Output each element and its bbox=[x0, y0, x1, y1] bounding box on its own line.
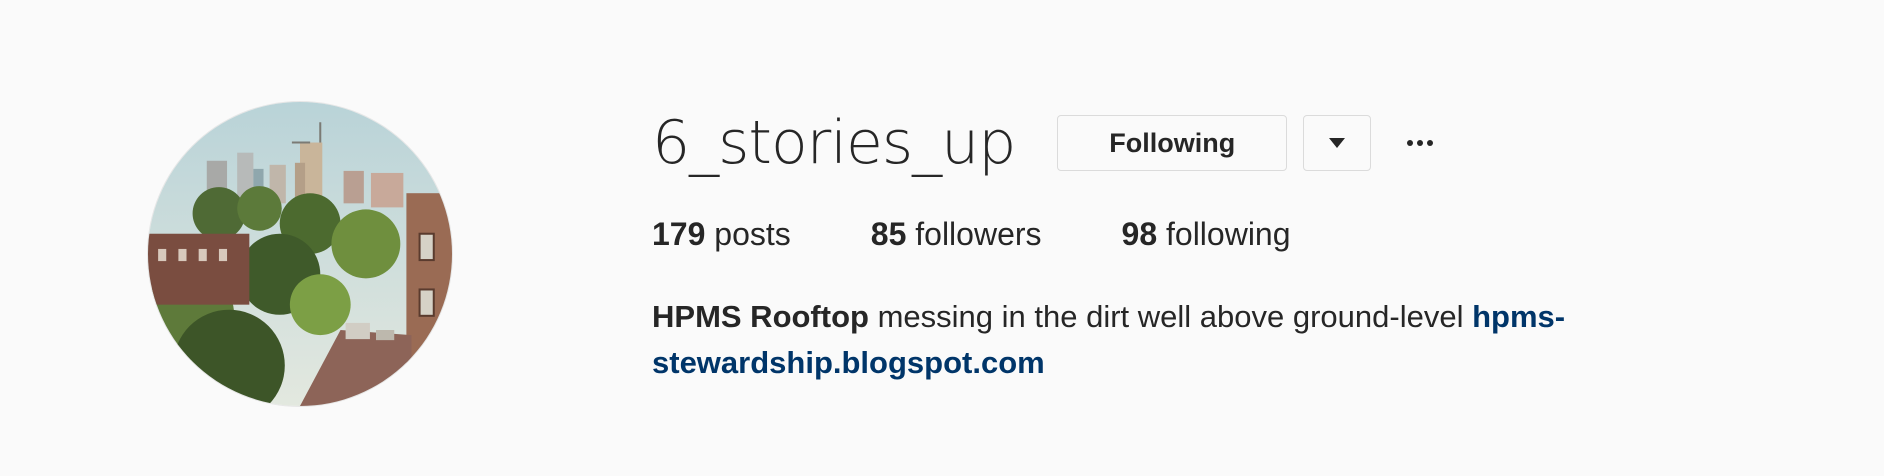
profile-info: 6_stories_up Following 179 posts 85 foll… bbox=[652, 108, 1712, 386]
following-label: following bbox=[1166, 216, 1291, 252]
bio-link-line2: stewardship.blogspot.com bbox=[652, 345, 1045, 380]
followers-count: 85 bbox=[870, 216, 907, 252]
profile-stats: 179 posts 85 followers 98 following bbox=[652, 214, 1712, 254]
dot bbox=[1417, 140, 1424, 146]
posts-label: posts bbox=[714, 216, 791, 252]
followers-stat[interactable]: 85 followers bbox=[871, 214, 1042, 254]
profile-bio: HPMS Rooftop messing in the dirt well ab… bbox=[652, 294, 1652, 386]
bio-text: messing in the dirt well above ground-le… bbox=[877, 299, 1464, 334]
followers-label: followers bbox=[915, 216, 1042, 252]
suggested-dropdown-button[interactable] bbox=[1303, 115, 1372, 171]
posts-count: 179 bbox=[652, 216, 706, 252]
bio-link-line1: hpms- bbox=[1472, 299, 1566, 334]
bio-name: HPMS Rooftop bbox=[652, 299, 869, 334]
avatar-image bbox=[148, 102, 452, 406]
more-options-icon[interactable] bbox=[1407, 115, 1434, 171]
following-button[interactable]: Following bbox=[1057, 115, 1288, 171]
chevron-down-icon bbox=[1329, 138, 1346, 148]
profile-header: 6_stories_up Following 179 posts 85 foll… bbox=[0, 0, 1884, 476]
following-count: 98 bbox=[1121, 216, 1158, 252]
dot bbox=[1427, 140, 1434, 146]
posts-stat[interactable]: 179 posts bbox=[652, 214, 791, 254]
profile-header-row: 6_stories_up Following bbox=[652, 108, 1712, 178]
following-stat[interactable]: 98 following bbox=[1122, 214, 1291, 254]
dot bbox=[1407, 140, 1414, 146]
avatar[interactable] bbox=[148, 102, 452, 406]
username: 6_stories_up bbox=[652, 108, 1016, 178]
